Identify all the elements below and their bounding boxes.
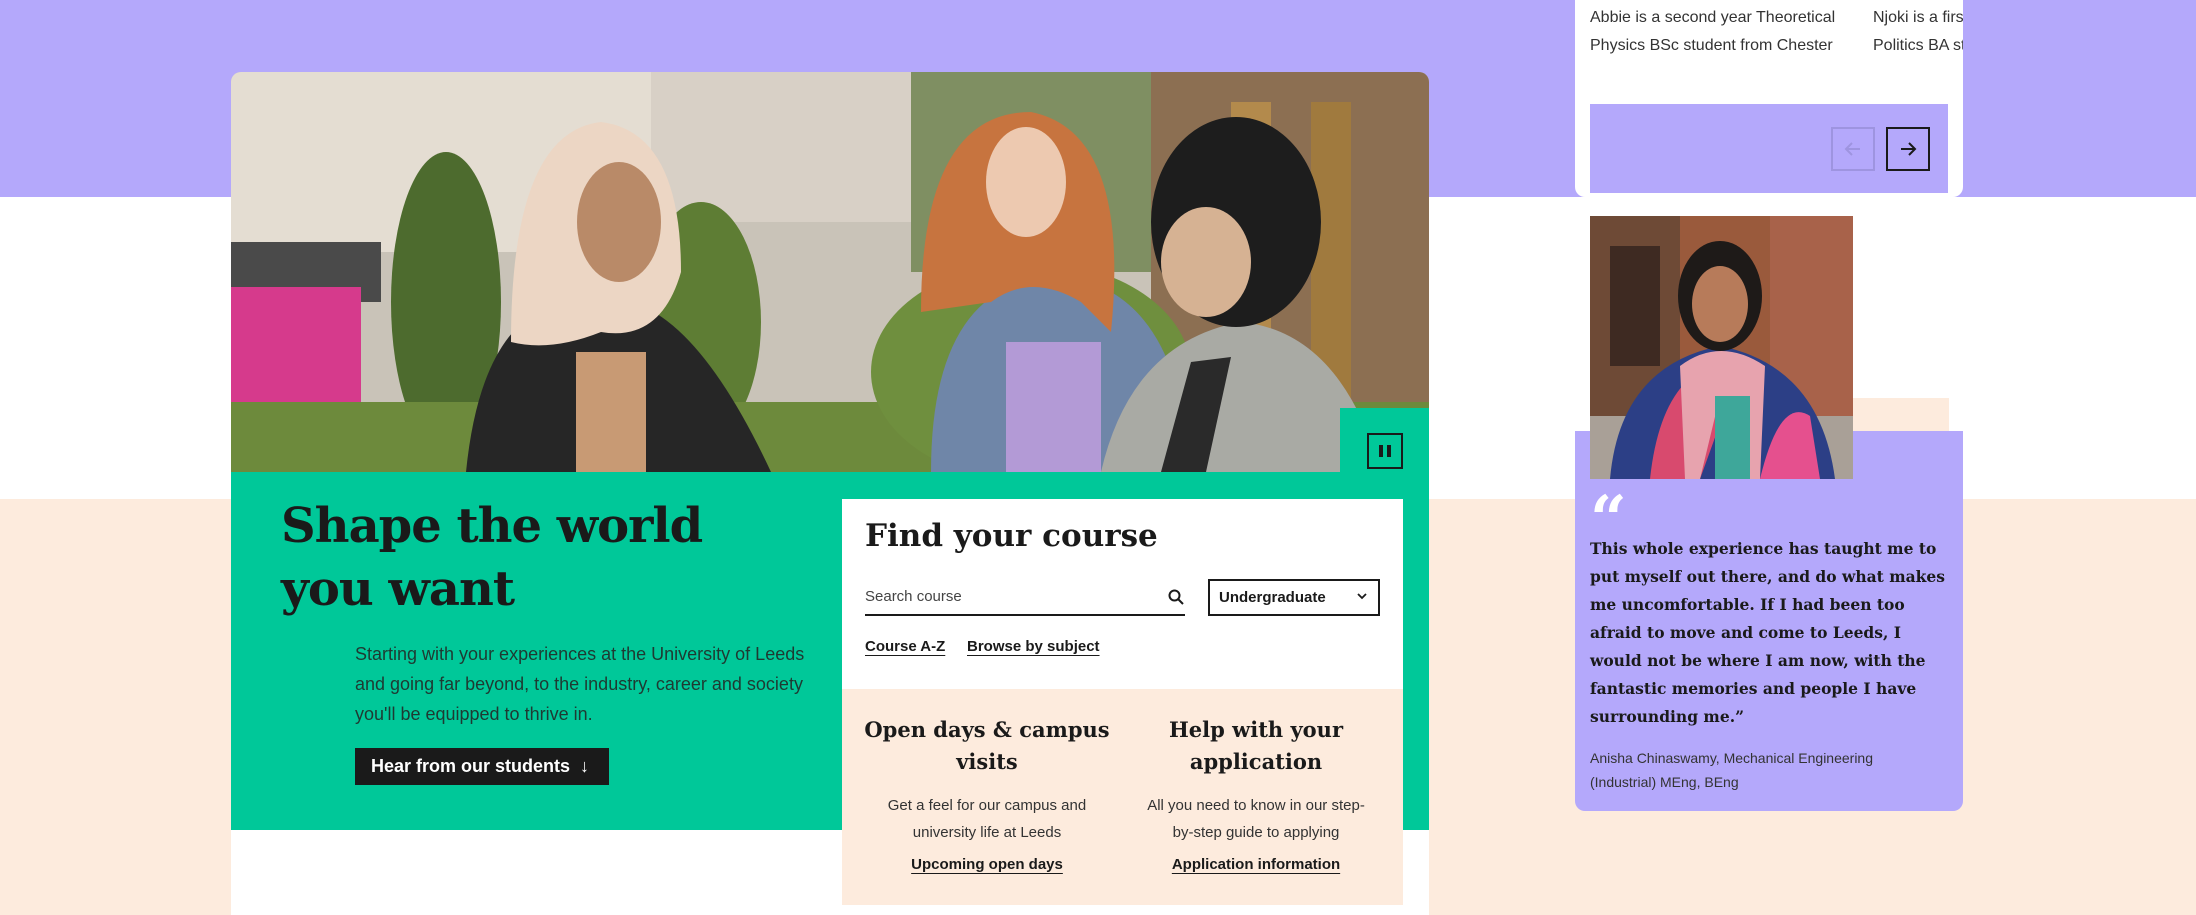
chevron-down-icon (1357, 593, 1367, 600)
open-days-title: Open days & campus visits (864, 717, 1110, 774)
testimonial-attribution: Anisha Chinaswamy, Mechanical Engineerin… (1590, 750, 1874, 790)
open-days-description: Get a feel for our campus and university… (887, 797, 1087, 841)
application-help-section: Help with your application All you need … (1126, 714, 1386, 874)
application-help-title: Help with your application (1168, 717, 1344, 774)
study-level-select[interactable]: Undergraduate (1208, 579, 1380, 616)
carousel-prev-button[interactable] (1831, 127, 1875, 171)
upcoming-open-days-link[interactable]: Upcoming open days (911, 856, 1063, 873)
open-days-section: Open days & campus visits Get a feel for… (857, 714, 1117, 874)
story-snippet-line: Njoki is a firs (1873, 9, 1963, 26)
story-snippet-line: Abbie is a second year Theoretical (1590, 9, 1836, 26)
story-snippet-line: Physics BSc student from Chester (1590, 37, 1833, 54)
browse-by-subject-link[interactable]: Browse by subject (967, 638, 1100, 655)
testimonial-student-photo (1590, 216, 1853, 479)
pause-icon (1379, 445, 1383, 457)
testimonial-quote: This whole experience has taught me to p… (1590, 539, 1945, 726)
carousel-next-button[interactable] (1886, 127, 1930, 171)
search-course-field (865, 580, 1185, 616)
search-icon[interactable] (1167, 588, 1185, 606)
arrow-right-icon (1901, 142, 1917, 156)
study-level-value: Undergraduate (1219, 589, 1326, 606)
hear-from-students-label: Hear from our students (371, 756, 571, 776)
story-card-abbie[interactable]: Abbie is a second year Theoretical Physi… (1590, 4, 1835, 60)
story-card-njoki[interactable]: Njoki is a firs Politics BA st (1873, 4, 1963, 60)
pause-button[interactable] (1367, 433, 1403, 469)
application-information-link[interactable]: Application information (1172, 856, 1340, 873)
hero-students-photo (231, 72, 1429, 472)
course-a-z-link[interactable]: Course A-Z (865, 638, 945, 655)
stories-track: Abbie is a second year Theoretical Physi… (1575, 0, 1963, 60)
hear-from-students-button[interactable]: Hear from our students ↓ (355, 748, 609, 785)
story-snippet-line: Politics BA st (1873, 37, 1963, 54)
application-help-description: All you need to know in our step-by-step… (1147, 797, 1365, 841)
hero-title: Shape the world you want (281, 498, 703, 617)
arrow-left-icon (1844, 142, 1860, 156)
hero-description: Starting with your experiences at the Un… (355, 644, 805, 724)
search-course-input[interactable] (865, 580, 1155, 612)
arrow-down-icon: ↓ (580, 756, 590, 776)
find-course-title: Find your course (865, 518, 1158, 554)
quote-peach-accent (1853, 398, 1949, 431)
